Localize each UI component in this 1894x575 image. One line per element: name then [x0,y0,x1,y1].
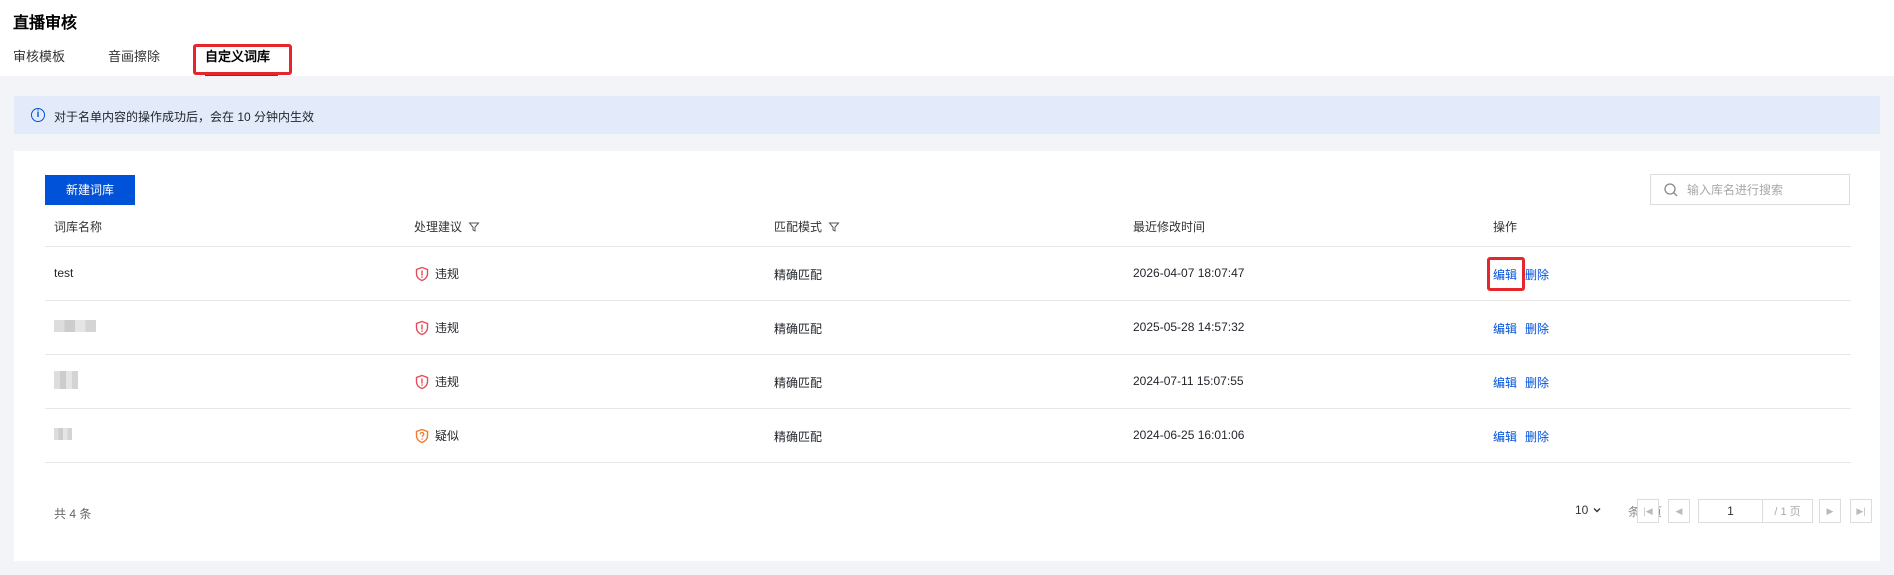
page-size-value: 10 [1575,503,1589,517]
search-icon [1664,183,1678,197]
tab-audit-template[interactable]: 审核模板 [13,46,65,65]
col-header-mode: 匹配模式 [774,218,840,235]
search-box[interactable] [1650,174,1850,205]
last-page-button[interactable]: ▶| [1850,499,1872,523]
lexicon-name-redacted [54,371,78,392]
info-icon: i [31,108,45,122]
page-size-select[interactable]: 10 [1575,503,1602,517]
modified-time: 2025-05-28 14:57:32 [1133,320,1245,334]
modified-time: 2026-04-07 18:07:47 [1133,266,1245,280]
match-mode: 精确匹配 [774,268,823,282]
lexicon-name-redacted [54,428,72,443]
suggest-label: 违规 [435,375,460,389]
lexicon-table: 词库名称 处理建议 匹配模式 最近修改时间 操作 test 违规 精确匹配 20… [45,205,1851,463]
prev-page-button[interactable]: ◀ [1668,499,1690,523]
violation-shield-icon [415,266,429,281]
header: 直播审核 审核模板 音画擦除 自定义词库 [0,0,1894,76]
main-content: i 对于名单内容的操作成功后，会在 10 分钟内生效 新建词库 词库名称 处理建… [0,76,1894,575]
row-actions: 编辑 删除 [1493,266,1549,283]
total-count: 共 4 条 [54,507,92,521]
row-actions: 编辑 删除 [1493,374,1549,391]
violation-shield-icon [415,374,429,389]
suggest-label: 疑似 [435,429,460,443]
page-number-input[interactable] [1698,499,1763,523]
match-mode: 精确匹配 [774,376,823,390]
new-lexicon-button[interactable]: 新建词库 [45,175,135,205]
lexicon-card: 新建词库 词库名称 处理建议 匹配模式 最近修改时间 操作 [14,151,1880,561]
delete-link[interactable]: 删除 [1525,374,1549,391]
edit-link[interactable]: 编辑 [1493,320,1517,337]
next-page-button[interactable]: ▶ [1819,499,1841,523]
delete-link[interactable]: 删除 [1525,320,1549,337]
page-title: 直播审核 [13,15,78,32]
filter-icon[interactable] [828,221,840,233]
notice-text: 对于名单内容的操作成功后，会在 10 分钟内生效 [54,110,315,124]
row-actions: 编辑 删除 [1493,428,1549,445]
modified-time: 2024-07-11 15:07:55 [1133,374,1244,388]
suggest-cell: 违规 [414,319,459,336]
delete-link[interactable]: 删除 [1525,428,1549,445]
suspect-shield-icon [415,428,429,443]
table-row: 疑似 精确匹配 2024-06-25 16:01:06 编辑 删除 [45,409,1851,463]
suggest-label: 违规 [435,267,460,281]
edit-link[interactable]: 编辑 [1493,428,1517,445]
lexicon-name: test [54,266,74,280]
next-page-icon: ▶ [1826,505,1834,516]
tab-av-erase[interactable]: 音画擦除 [108,46,160,65]
col-header-modified-time: 最近修改时间 [1133,220,1206,234]
first-page-button[interactable]: |◀ [1637,499,1659,523]
delete-link[interactable]: 删除 [1525,266,1549,283]
modified-time: 2024-06-25 16:01:06 [1133,428,1245,442]
first-page-icon: |◀ [1643,505,1653,516]
table-row: 违规 精确匹配 2024-07-11 15:07:55 编辑 删除 [45,355,1851,409]
total-pages: / 1 页 [1763,499,1813,523]
edit-link[interactable]: 编辑 [1493,266,1517,283]
row-actions: 编辑 删除 [1493,320,1549,337]
prev-page-icon: ◀ [1675,505,1683,516]
lexicon-name-redacted [54,320,96,335]
col-header-name: 词库名称 [54,220,103,234]
table-row: test 违规 精确匹配 2026-04-07 18:07:47 编辑 删除 [45,247,1851,301]
tab-highlight-box [193,44,292,75]
match-mode: 精确匹配 [774,430,823,444]
edit-link[interactable]: 编辑 [1493,374,1517,391]
search-input[interactable] [1687,179,1843,200]
col-header-suggest: 处理建议 [414,218,480,235]
chevron-down-icon [1593,508,1601,513]
notice-banner: i 对于名单内容的操作成功后，会在 10 分钟内生效 [14,96,1880,134]
col-header-actions: 操作 [1493,220,1518,234]
table-header: 词库名称 处理建议 匹配模式 最近修改时间 操作 [45,205,1851,247]
filter-icon[interactable] [468,221,480,233]
violation-shield-icon [415,320,429,335]
match-mode: 精确匹配 [774,322,823,336]
last-page-icon: ▶| [1856,505,1866,516]
suggest-cell: 疑似 [414,427,459,444]
suggest-cell: 违规 [414,373,459,390]
suggest-cell: 违规 [414,265,459,282]
table-footer: 共 4 条 10 条 / 页 |◀ ◀ / 1 页 ▶ ▶| [45,496,1872,526]
table-row: 违规 精确匹配 2025-05-28 14:57:32 编辑 删除 [45,301,1851,355]
suggest-label: 违规 [435,321,460,335]
